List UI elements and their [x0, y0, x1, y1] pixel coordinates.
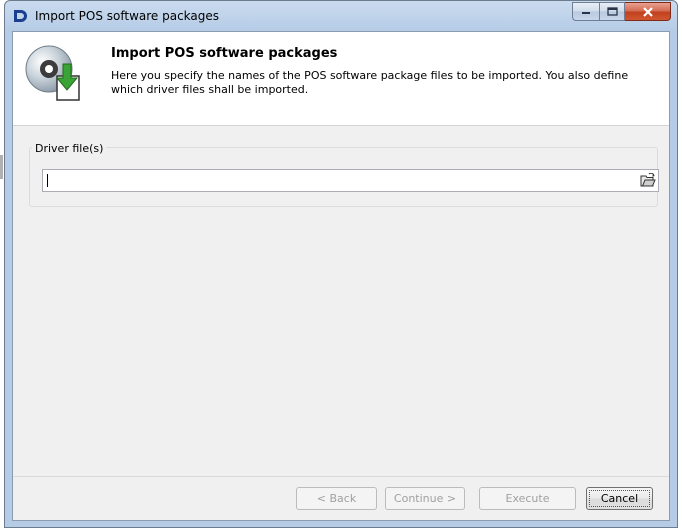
window-title: Import POS software packages [35, 9, 220, 23]
wizard-header: Import POS software packages Here you sp… [13, 32, 669, 126]
dialog-window: Import POS software packages Import POS … [4, 0, 678, 528]
dialog-client-area: Import POS software packages Here you sp… [12, 31, 670, 521]
open-folder-icon [640, 173, 656, 187]
close-icon [642, 6, 653, 17]
app-logo-icon [14, 10, 27, 22]
caption-buttons [572, 2, 671, 21]
maximize-icon [606, 7, 618, 16]
driver-files-input[interactable] [42, 169, 659, 192]
back-button[interactable]: < Back [296, 487, 377, 510]
minimize-icon [582, 11, 590, 14]
header-title: Import POS software packages [111, 46, 338, 61]
browse-button[interactable] [639, 172, 656, 189]
wizard-footer: < Back Continue > Execute Cancel [13, 476, 669, 520]
maximize-button[interactable] [599, 2, 625, 21]
left-edge-marker [0, 155, 3, 179]
cancel-button[interactable]: Cancel [586, 487, 653, 510]
header-description: Here you specify the names of the POS so… [111, 69, 629, 96]
close-button[interactable] [625, 2, 671, 21]
text-caret [47, 174, 48, 187]
minimize-button[interactable] [572, 2, 599, 21]
execute-button[interactable]: Execute [479, 487, 576, 510]
title-bar[interactable]: Import POS software packages [5, 1, 677, 31]
driver-files-label: Driver file(s) [32, 142, 107, 155]
continue-button[interactable]: Continue > [385, 487, 465, 510]
cd-import-icon [25, 45, 80, 101]
